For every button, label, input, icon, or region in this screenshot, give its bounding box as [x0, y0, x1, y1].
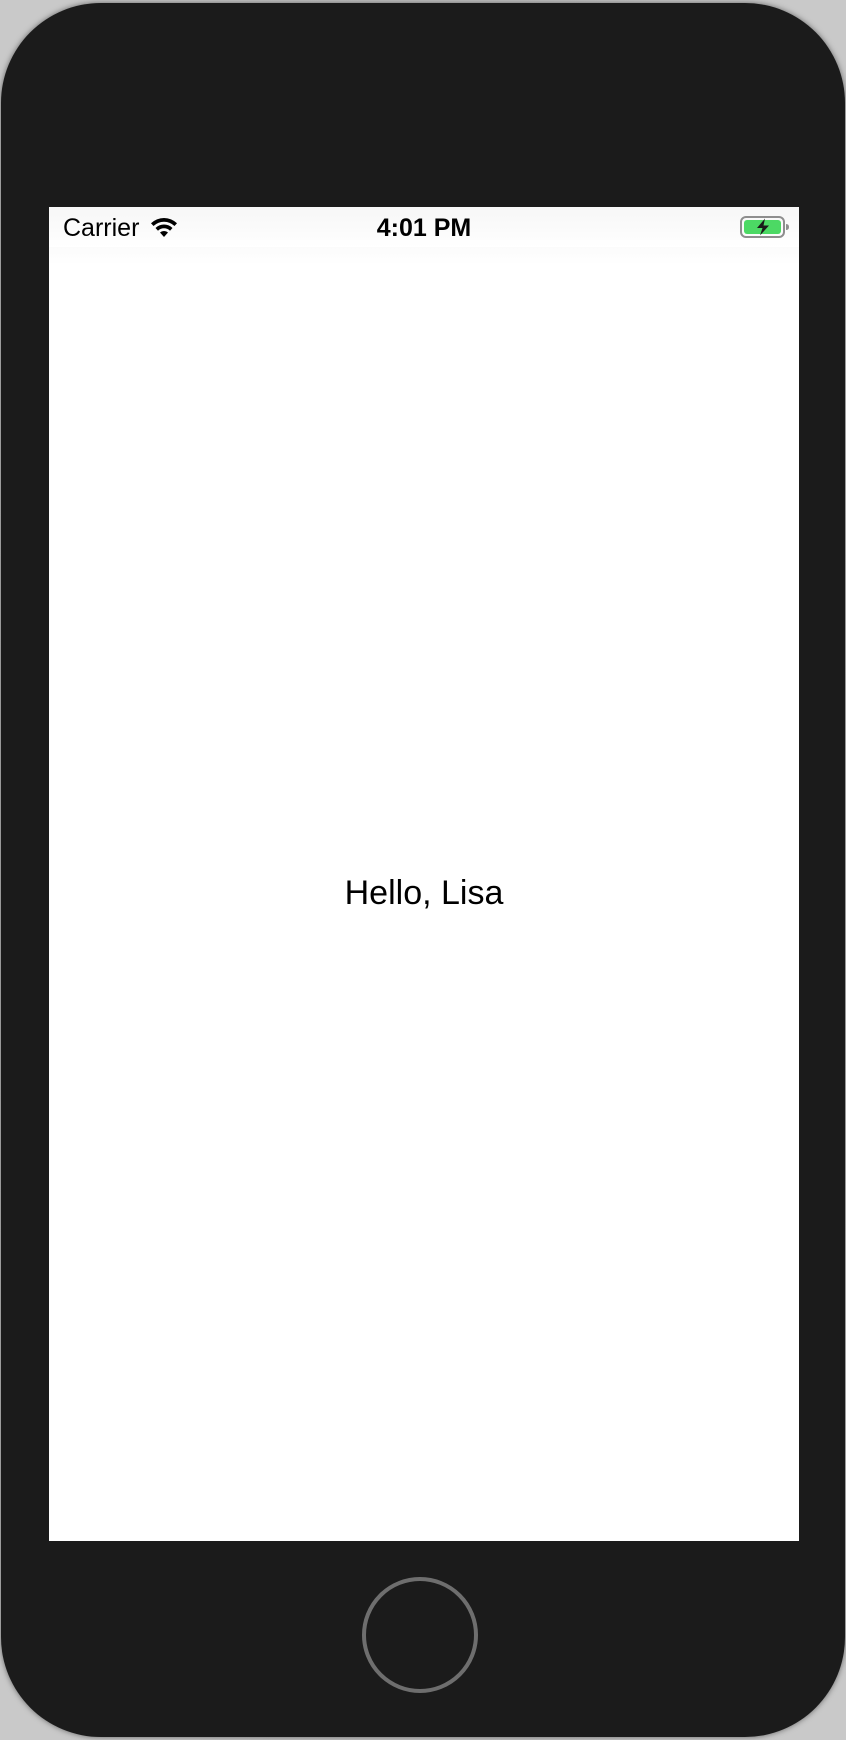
status-time: 4:01 PM — [376, 214, 472, 242]
device-frame: Carrier 4:01 PM Hello, Lisa — [1, 3, 845, 1737]
status-bar: Carrier 4:01 PM — [49, 207, 799, 247]
status-bar-shadow — [49, 247, 799, 265]
simulator-background: Carrier 4:01 PM Hello, Lisa — [0, 0, 846, 1740]
greeting-text: Hello, Lisa — [344, 874, 504, 912]
battery-charging-icon — [740, 216, 789, 238]
home-button[interactable] — [362, 1577, 478, 1693]
phone-screen: Carrier 4:01 PM Hello, Lisa — [49, 207, 799, 1541]
